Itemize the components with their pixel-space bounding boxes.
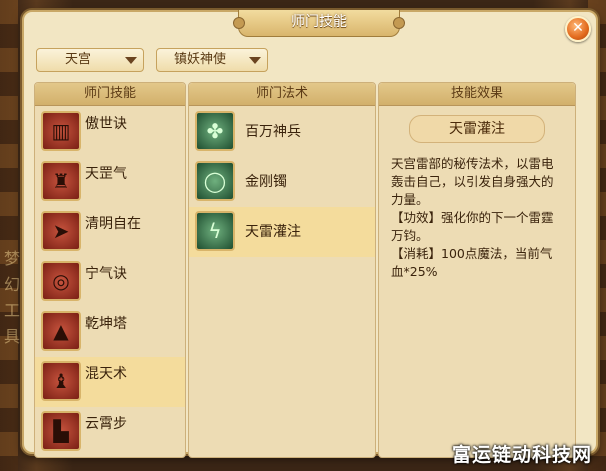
effect-description: 天宫雷部的秘传法术，以雷电轰击自己，以引发自身强大的力量。 [391, 156, 554, 207]
title-ornament-right-icon [393, 17, 405, 29]
skill-row-yunxiaobu[interactable]: ▙ 云霄步 [35, 407, 185, 457]
skill-row-qingmingzizai[interactable]: ➤ 清明自在 [35, 207, 185, 257]
skill-row-qiankunta[interactable]: ▲ 乾坤塔 [35, 307, 185, 357]
arrow-icon: ➤ [41, 211, 81, 251]
spell-label: 天雷灌注 [245, 224, 301, 240]
spell-row-tianleiguanzhu[interactable]: ϟ 天雷灌注 [189, 207, 375, 257]
chevron-down-icon [249, 57, 261, 64]
bracelet-icon: ◯ [195, 161, 235, 201]
school-spells-panel: 师门法术 ✤ 百万神兵 ◯ 金刚镯 ϟ 天雷灌注 [188, 82, 376, 458]
skill-row-ningqijue[interactable]: ◎ 宁气诀 [35, 257, 185, 307]
school-dropdown[interactable]: 天宫 [36, 48, 144, 72]
skill-label: 天罡气 [85, 166, 127, 182]
role-dropdown-value: 镇妖神使 [173, 52, 226, 67]
mirror-icon: ◎ [41, 261, 81, 301]
warrior-icon: ♜ [41, 161, 81, 201]
effect-skill-title: 天雷灌注 [409, 115, 545, 143]
skill-label: 清明自在 [85, 216, 141, 232]
skill-row-aoshijue[interactable]: ▥ 傲世诀 [35, 107, 185, 157]
skill-label: 混天术 [85, 366, 127, 382]
effect-function: 【功效】强化你的下一个雷霆万钧。 [391, 210, 554, 243]
close-icon: ✕ [572, 20, 584, 36]
watermark-text: 富运链动科技网 [452, 444, 593, 466]
title-ornament-left-icon [233, 17, 245, 29]
spell-row-baiwanshenbing[interactable]: ✤ 百万神兵 [189, 107, 375, 157]
school-skills-window: 师门技能 天宫 镇妖神使 师门技能 ▥ 傲世诀 ♜ 天罡气 ➤ 清明自在 ◎ 宁… [22, 10, 598, 458]
skill-effect-header: 技能效果 [379, 83, 575, 106]
scroll-icon: ▥ [41, 111, 81, 151]
skill-label: 宁气诀 [85, 266, 127, 282]
skill-label: 乾坤塔 [85, 316, 127, 332]
skill-row-tiangangqi[interactable]: ♜ 天罡气 [35, 157, 185, 207]
school-dropdown-value: 天宫 [64, 52, 91, 67]
thunder-icon: ϟ [195, 211, 235, 251]
backdrop-pillar-left [0, 0, 18, 471]
spell-label: 百万神兵 [245, 124, 301, 140]
window-title: 师门技能 [291, 14, 347, 30]
skill-effect-panel: 技能效果 天雷灌注 天宫雷部的秘传法术，以雷电轰击自己，以引发自身强大的力量。 … [378, 82, 576, 458]
close-button[interactable]: ✕ [565, 16, 591, 42]
school-skills-panel: 师门技能 ▥ 傲世诀 ♜ 天罡气 ➤ 清明自在 ◎ 宁气诀 ▲ 乾坤塔 ♝ 混天… [34, 82, 186, 458]
lantern-icon: ♝ [41, 361, 81, 401]
spell-label: 金刚镯 [245, 174, 287, 190]
skill-row-huntianshu[interactable]: ♝ 混天术 [35, 357, 185, 407]
skill-label: 傲世诀 [85, 116, 127, 132]
skill-label: 云霄步 [85, 416, 127, 432]
pagoda-icon: ▲ [41, 311, 81, 351]
soldiers-icon: ✤ [195, 111, 235, 151]
role-dropdown[interactable]: 镇妖神使 [156, 48, 268, 72]
spell-row-jingangzhuo[interactable]: ◯ 金刚镯 [189, 157, 375, 207]
school-skills-header: 师门技能 [35, 83, 185, 106]
school-spells-header: 师门法术 [189, 83, 375, 106]
window-title-tab: 师门技能 [233, 10, 405, 37]
chevron-down-icon [125, 57, 137, 64]
effect-description-block: 天宫雷部的秘传法术，以雷电轰击自己，以引发自身强大的力量。 【功效】强化你的下一… [391, 155, 563, 281]
boot-icon: ▙ [41, 411, 81, 451]
effect-cost: 【消耗】100点魔法，当前气血*25% [391, 246, 553, 279]
background-side-text: 梦幻工具 [4, 249, 21, 346]
